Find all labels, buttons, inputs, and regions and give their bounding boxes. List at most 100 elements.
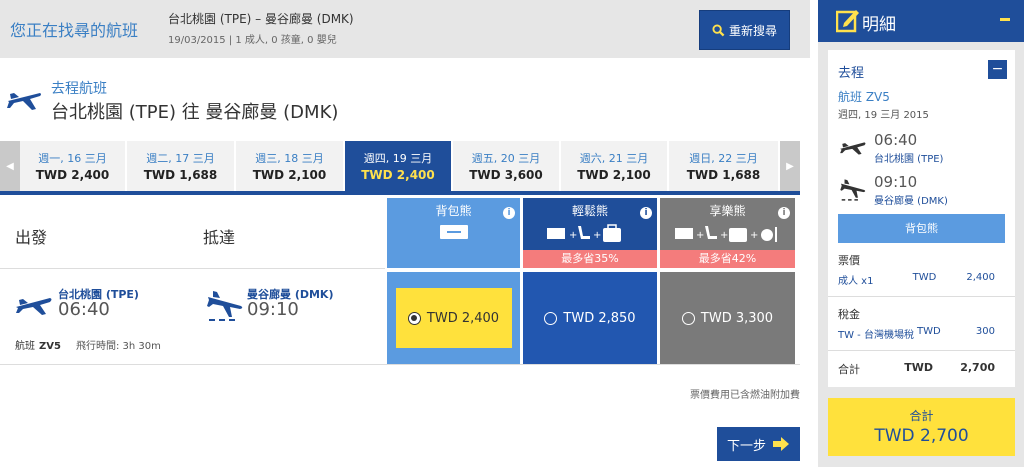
- total-currency: TWD: [904, 361, 933, 374]
- fare-option-backpack[interactable]: TWD 2,400: [387, 272, 520, 364]
- outbound-route: 台北桃園 (TPE) 往 曼谷廊曼 (DMK): [51, 102, 339, 123]
- svg-text:+: +: [569, 230, 577, 241]
- fare-option-premium[interactable]: TWD 3,300: [660, 272, 795, 364]
- next-button[interactable]: 下一步: [717, 427, 800, 461]
- search-again-button[interactable]: 重新搜尋: [699, 10, 790, 50]
- fare-price: TWD 2,850: [563, 310, 636, 326]
- date-tab[interactable]: 週一, 16 三月 TWD 2,400: [20, 141, 126, 191]
- fare-header-backpack: 背包熊 i: [387, 198, 520, 268]
- tax-currency: TWD: [916, 326, 941, 337]
- tax-amount: 300: [975, 326, 995, 337]
- departure-plane-icon: [16, 298, 52, 315]
- svg-text:+: +: [720, 230, 728, 241]
- fare-name: 享樂熊: [709, 204, 746, 218]
- divider: [0, 268, 385, 269]
- summary-header[interactable]: 明細: [818, 0, 1024, 42]
- info-icon[interactable]: i: [778, 207, 790, 219]
- search-again-label: 重新搜尋: [728, 23, 777, 38]
- svg-text:+: +: [750, 230, 758, 241]
- ticket-icon: [387, 223, 520, 241]
- chevron-left-icon: ◀: [6, 160, 14, 172]
- summary-adult-row: 成人 x1 TWD 2,400: [838, 272, 995, 287]
- date-tab-day: 週日, 22 三月: [689, 152, 758, 165]
- fare-price: TWD 2,400: [426, 310, 500, 326]
- date-tab[interactable]: 週六, 21 三月 TWD 2,100: [561, 141, 668, 191]
- adult-count: 成人 x1: [838, 276, 874, 287]
- summary-tax-row: TW - 台灣機場稅 TWD 300: [838, 326, 995, 341]
- summary-tax-label: 稅金: [838, 308, 860, 321]
- date-tab-price: TWD 2,100: [577, 168, 651, 182]
- outbound-label: 去程航班: [51, 81, 107, 97]
- ticket-seat-baggage-icon: + +: [523, 223, 657, 245]
- summary-panel: 明細 去程 − 航班 ZV5 週四, 19 三月 2015 06:40 台北桃園…: [818, 0, 1024, 467]
- summary-fare-label: 票價: [838, 254, 860, 267]
- fare-savings: 最多省35%: [523, 250, 657, 268]
- summary-arr-time: 09:10: [874, 173, 918, 191]
- search-summary-bar: 您正在找尋的航班 台北桃園 (TPE) – 曼谷廊曼 (DMK) 19/03/2…: [0, 0, 810, 58]
- grand-total-box: 合計 TWD 2,700: [828, 398, 1015, 456]
- summary-fare-type: 背包熊: [838, 214, 1005, 243]
- grand-total-value: TWD 2,700: [874, 426, 969, 446]
- fare-radio-selected[interactable]: [407, 311, 421, 325]
- info-icon[interactable]: i: [503, 207, 515, 219]
- adult-amount: 2,400: [966, 272, 995, 283]
- fare-savings: 最多省42%: [660, 250, 795, 268]
- selected-fare-box[interactable]: TWD 2,400: [395, 288, 512, 348]
- date-tab-price: TWD 1,688: [143, 168, 218, 182]
- fare-price: TWD 3,300: [700, 310, 774, 326]
- date-selector: ◀ 週一, 16 三月 TWD 2,400 週二, 17 三月 TWD 1,68…: [0, 141, 800, 191]
- date-tab-day: 週六, 21 三月: [579, 152, 649, 165]
- date-tab-day: 週三, 18 三月: [255, 152, 324, 165]
- departure-plane-icon: [7, 93, 41, 110]
- date-tab-day: 週四, 19 三月: [363, 152, 433, 165]
- summary-title: 明細: [862, 15, 896, 35]
- svg-text:+: +: [696, 230, 704, 241]
- date-tab[interactable]: 週日, 22 三月 TWD 1,688: [669, 141, 779, 191]
- summary-outbound-label: 去程: [838, 66, 865, 81]
- collapse-section-button[interactable]: −: [988, 60, 1007, 79]
- date-tab-day: 週二, 17 三月: [146, 152, 215, 165]
- divider: [0, 191, 800, 195]
- fuel-surcharge-note: 票價費用已含燃油附加費: [690, 390, 800, 401]
- grand-total-label: 合計: [909, 409, 934, 423]
- date-tab[interactable]: 週二, 17 三月 TWD 1,688: [127, 141, 235, 191]
- search-icon: [712, 23, 725, 36]
- adult-currency: TWD: [912, 272, 937, 283]
- flight-code: ZV5: [39, 341, 61, 352]
- fare-radio[interactable]: [681, 311, 695, 325]
- search-details: 19/03/2015 | 1 成人, 0 孩童, 0 嬰兒: [168, 35, 337, 46]
- prev-week-button[interactable]: ◀: [0, 141, 20, 191]
- flight-number: 航班 ZV5: [15, 337, 61, 352]
- collapse-icon[interactable]: [1000, 18, 1010, 21]
- info-icon[interactable]: i: [640, 207, 652, 219]
- summary-total-row: 合計 TWD 2,700: [838, 361, 995, 377]
- flight-duration: 飛行時間: 3h 30m: [76, 341, 161, 352]
- date-tab-price: TWD 2,400: [361, 168, 435, 182]
- tax-name: TW - 台灣機場稅: [838, 330, 914, 341]
- summary-dep-time: 06:40: [874, 131, 918, 149]
- column-arrive: 抵達: [203, 228, 236, 247]
- divider: [828, 350, 1015, 351]
- fare-name: 背包熊: [435, 204, 472, 218]
- next-week-button[interactable]: ▶: [780, 141, 800, 191]
- date-tab-selected[interactable]: 週四, 19 三月 TWD 2,400: [345, 141, 452, 191]
- date-tab[interactable]: 週五, 20 三月 TWD 3,600: [453, 141, 560, 191]
- search-title: 您正在找尋的航班: [10, 21, 139, 40]
- summary-card: 去程 − 航班 ZV5 週四, 19 三月 2015 06:40 台北桃園 (T…: [828, 50, 1015, 387]
- search-route: 台北桃園 (TPE) – 曼谷廊曼 (DMK): [168, 12, 354, 26]
- arrival-plane-icon: [840, 179, 866, 201]
- arrow-right-icon: [773, 437, 789, 451]
- date-tab-price: TWD 1,688: [686, 168, 761, 182]
- summary-dep-airport: 台北桃園 (TPE): [874, 154, 944, 165]
- departure-time: 06:40: [58, 299, 110, 320]
- fare-name: 輕鬆熊: [571, 204, 608, 218]
- summary-arr-airport: 曼谷廊曼 (DMK): [874, 196, 948, 207]
- fare-header-easy: 輕鬆熊 i + + 最多省35%: [523, 198, 657, 268]
- divider: [828, 296, 1015, 297]
- date-tab-price: TWD 2,100: [252, 168, 327, 182]
- svg-text:+: +: [593, 230, 601, 241]
- arrival-time: 09:10: [247, 299, 299, 320]
- fare-option-easy[interactable]: TWD 2,850: [523, 272, 657, 364]
- date-tab[interactable]: 週三, 18 三月 TWD 2,100: [236, 141, 344, 191]
- fare-radio[interactable]: [544, 311, 558, 325]
